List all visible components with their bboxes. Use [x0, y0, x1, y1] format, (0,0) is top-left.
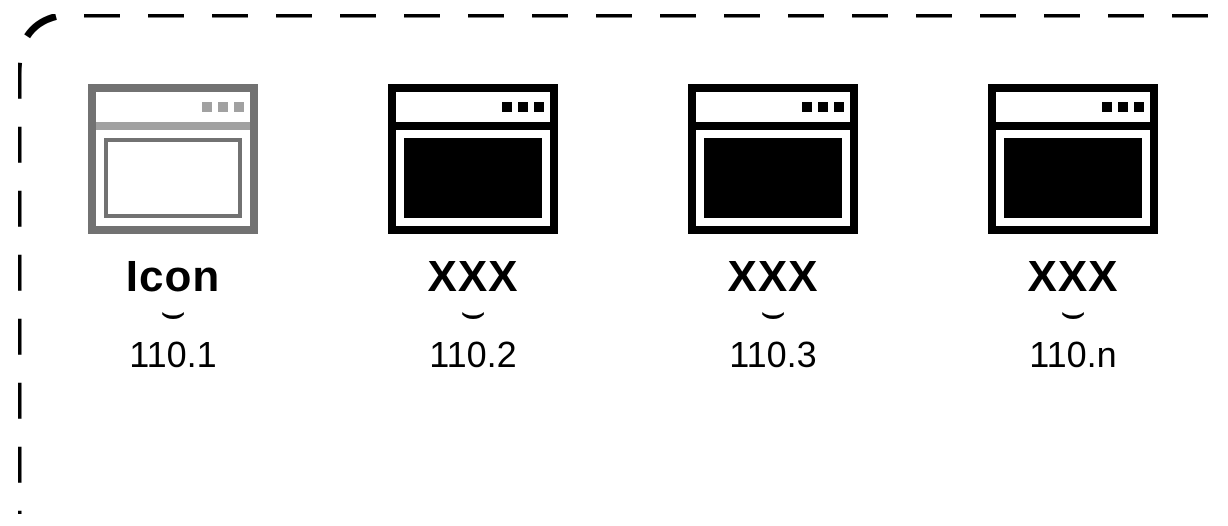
window-titlebar — [996, 92, 1150, 130]
window-titlebar — [696, 92, 850, 130]
window-button-icon — [1134, 102, 1144, 112]
window-button-icon — [834, 102, 844, 112]
app-icon-1: Icon ⌣ 110.1 — [78, 84, 268, 376]
window-icon — [88, 84, 258, 234]
window-body — [104, 138, 242, 218]
app-icon-n: XXX ⌣ 110.n — [978, 84, 1168, 376]
window-body — [704, 138, 842, 218]
reference-number: 110.n — [1029, 334, 1116, 376]
window-body — [1004, 138, 1142, 218]
reference-number: 110.1 — [129, 334, 216, 376]
reference-hook-icon: ⌣ — [160, 300, 186, 324]
window-titlebar — [96, 92, 250, 130]
window-button-icon — [534, 102, 544, 112]
icon-row: Icon ⌣ 110.1 XXX ⌣ 110.2 — [78, 84, 1168, 376]
app-icon-3: XXX ⌣ 110.3 — [678, 84, 868, 376]
window-button-icon — [518, 102, 528, 112]
window-button-icon — [1118, 102, 1128, 112]
app-icon-2: XXX ⌣ 110.2 — [378, 84, 568, 376]
reference-number: 110.3 — [729, 334, 816, 376]
reference-hook-icon: ⌣ — [760, 300, 786, 324]
reference-hook-icon: ⌣ — [460, 300, 486, 324]
window-button-icon — [1102, 102, 1112, 112]
window-button-icon — [202, 102, 212, 112]
window-button-icon — [218, 102, 228, 112]
window-icon — [388, 84, 558, 234]
window-body — [404, 138, 542, 218]
window-icon — [688, 84, 858, 234]
window-button-icon — [234, 102, 244, 112]
diagram-frame: Icon ⌣ 110.1 XXX ⌣ 110.2 — [18, 14, 1208, 514]
reference-number: 110.2 — [429, 334, 516, 376]
reference-hook-icon: ⌣ — [1060, 300, 1086, 324]
window-icon — [988, 84, 1158, 234]
window-titlebar — [396, 92, 550, 130]
window-button-icon — [502, 102, 512, 112]
window-button-icon — [802, 102, 812, 112]
window-button-icon — [818, 102, 828, 112]
